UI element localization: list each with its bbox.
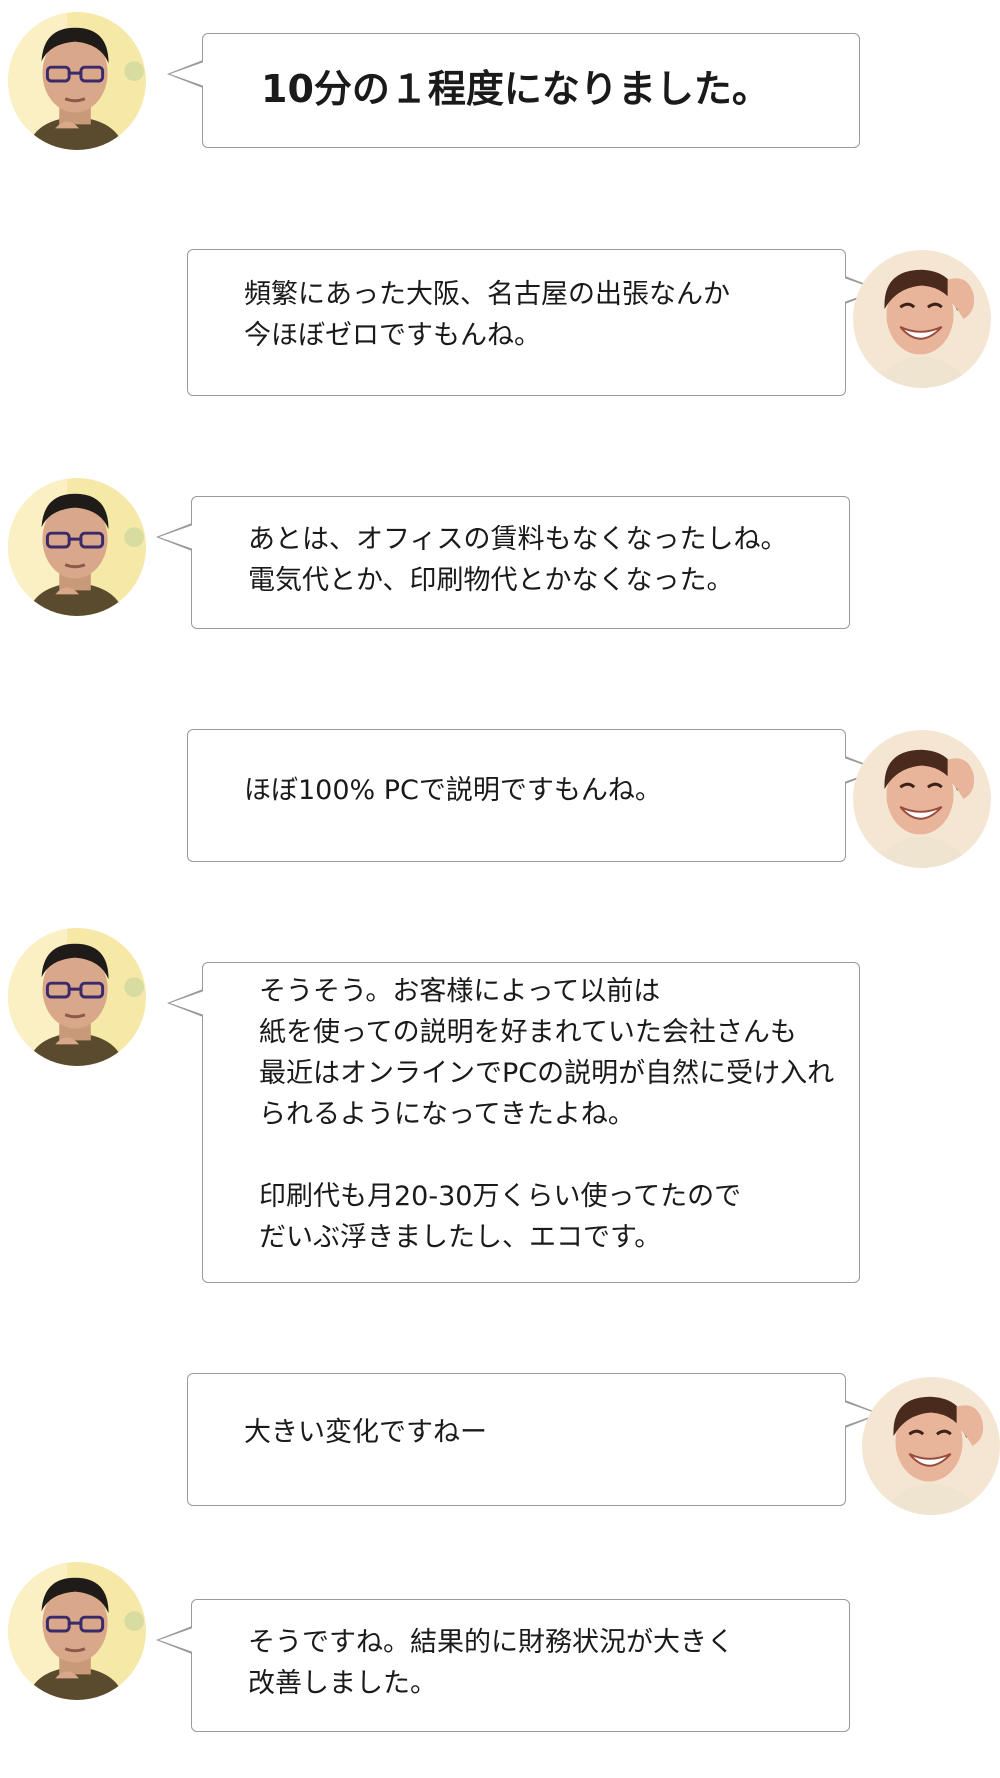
message-bubble: 大きい変化ですねー bbox=[187, 1373, 881, 1506]
man-avatar-image bbox=[8, 478, 146, 616]
man-with-glasses-avatar bbox=[8, 928, 146, 1066]
message-text-line: あとは、オフィスの賃料もなくなったしね。 bbox=[248, 524, 788, 555]
message-text-line: そうですね。結果的に財務状況が大きく bbox=[248, 1627, 734, 1658]
message-bubble: ほぼ100% PCで説明ですもんね。 bbox=[187, 729, 881, 862]
message-text-line: 改善しました。 bbox=[248, 1668, 437, 1699]
man-avatar-image bbox=[8, 12, 146, 150]
message-text-line: だいぶ浮きましたし、エコです。 bbox=[259, 1222, 662, 1253]
man-with-glasses-avatar bbox=[8, 478, 146, 616]
smiling-woman-avatar bbox=[853, 250, 991, 388]
message-bubble: 10分の１程度になりました。 bbox=[167, 33, 860, 148]
man-avatar-image bbox=[8, 1562, 146, 1700]
woman-avatar-image bbox=[853, 730, 991, 868]
message-text-line: 印刷代も月20-30万くらい使ってたので bbox=[259, 1181, 742, 1212]
message-text-line: 10分の１程度になりました。 bbox=[261, 67, 770, 111]
message-bubble: そうそう。お客様によって以前は 紙を使っての説明を好まれていた会社さんも 最近は… bbox=[167, 962, 860, 1283]
message-text-line: 最近はオンラインでPCの説明が自然に受け入れ bbox=[259, 1058, 835, 1089]
message-bubble: あとは、オフィスの賃料もなくなったしね。 電気代とか、印刷物代とかなくなった。 bbox=[156, 496, 850, 629]
message-text-line bbox=[259, 1135, 834, 1176]
message-text-line: 大きい変化ですねー bbox=[244, 1417, 487, 1448]
message-text-line: 頻繁にあった大阪、名古屋の出張なんか bbox=[244, 279, 730, 310]
message-text-line: られるようになってきたよね。 bbox=[259, 1099, 635, 1130]
man-avatar-image bbox=[8, 928, 146, 1066]
woman-avatar-image bbox=[853, 250, 991, 388]
woman-avatar-image bbox=[862, 1377, 1000, 1515]
smiling-woman-avatar bbox=[853, 730, 991, 868]
message-bubble: そうですね。結果的に財務状況が大きく 改善しました。 bbox=[156, 1599, 850, 1732]
man-with-glasses-avatar bbox=[8, 1562, 146, 1700]
message-text-line: 紙を使っての説明を好まれていた会社さんも bbox=[259, 1017, 797, 1048]
message-text-line: 今ほぼゼロですもんね。 bbox=[244, 320, 541, 351]
message-text-line: そうそう。お客様によって以前は bbox=[259, 976, 661, 1007]
smiling-woman-avatar bbox=[862, 1377, 1000, 1515]
message-text-line: ほぼ100% PCで説明ですもんね。 bbox=[244, 775, 662, 806]
message-bubble: 頻繁にあった大阪、名古屋の出張なんか 今ほぼゼロですもんね。 bbox=[187, 249, 881, 396]
message-text-line: 電気代とか、印刷物代とかなくなった。 bbox=[248, 565, 734, 596]
man-with-glasses-avatar bbox=[8, 12, 146, 150]
